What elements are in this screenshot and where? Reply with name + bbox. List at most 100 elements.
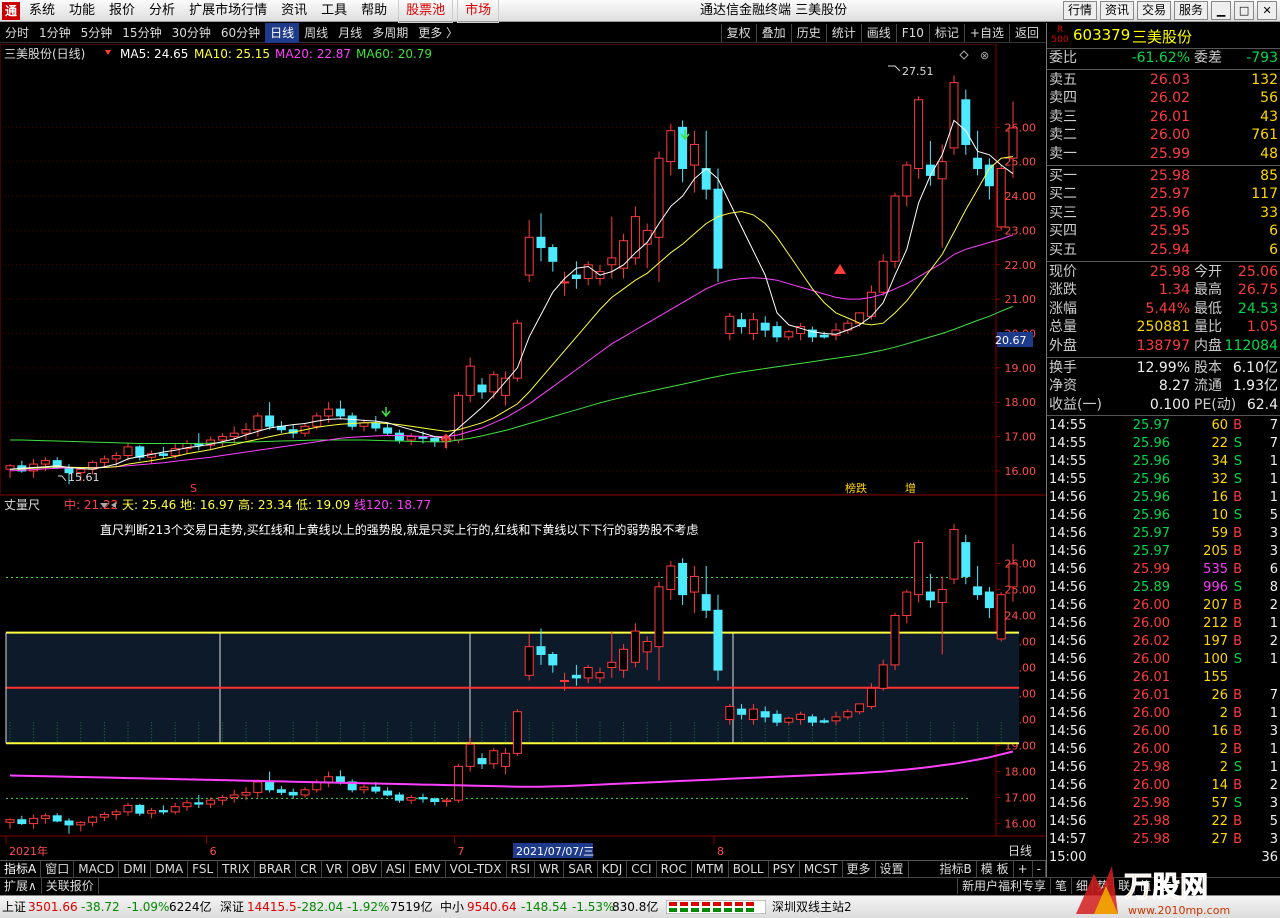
chart-tool-button[interactable]: 历史 bbox=[790, 24, 826, 42]
quote-row: 总量 250881 量比 1.05 bbox=[1047, 318, 1280, 337]
indicator-tab[interactable]: MACD bbox=[74, 861, 120, 877]
stock-pool-menu[interactable]: 股票池 bbox=[398, 0, 454, 23]
orderbook-sell-row[interactable]: 卖二 26.00 761 bbox=[1047, 126, 1280, 145]
tick-side: S bbox=[1233, 580, 1242, 596]
indicator-tab[interactable]: CCI bbox=[627, 861, 657, 877]
orderbook-sell-row[interactable]: 卖一 25.99 48 bbox=[1047, 145, 1280, 164]
quote-label: 净资 bbox=[1049, 378, 1077, 395]
chart-tool-button[interactable]: 画线 bbox=[860, 24, 896, 42]
kline-charts[interactable]: 16.0017.0018.0019.0020.0021.0022.0023.00… bbox=[0, 44, 1046, 860]
chart-tool-button[interactable]: 标记 bbox=[928, 24, 964, 42]
indicator-tab[interactable]: OBV bbox=[348, 861, 383, 877]
indicator-tab[interactable]: CR bbox=[296, 861, 322, 877]
menu-item[interactable]: 帮助 bbox=[354, 0, 394, 22]
period-tab[interactable]: 日线 bbox=[265, 23, 300, 43]
indicator-tab[interactable]: RSI bbox=[507, 861, 536, 877]
news-button[interactable]: 资讯 bbox=[1100, 1, 1135, 20]
chart-tool-button[interactable]: +自选 bbox=[963, 24, 1009, 42]
tick-list[interactable]: 14:55 25.97 60 B 7 14:55 25.96 22 S 7 14:55 25.96 34… bbox=[1047, 417, 1280, 867]
indicator-tab[interactable]: BOLL bbox=[729, 861, 769, 877]
indicator-tab[interactable]: EMV bbox=[410, 861, 446, 877]
extension-right-tab[interactable]: 新用户福利专享 bbox=[957, 878, 1050, 894]
indicator-tab[interactable]: KDJ bbox=[598, 861, 628, 877]
menu-item[interactable]: 资讯 bbox=[274, 0, 314, 22]
indicator-tab[interactable]: WR bbox=[535, 861, 565, 877]
menu-item[interactable]: 扩展市场行情 bbox=[182, 0, 274, 22]
period-tab[interactable]: 周线 bbox=[299, 23, 333, 43]
indicator-tab[interactable]: SAR bbox=[564, 861, 598, 877]
orderbook-sell-row[interactable]: 卖五 26.03 132 bbox=[1047, 71, 1280, 90]
indicator-right-tab[interactable]: 指标B bbox=[936, 861, 977, 877]
chart-tool-button[interactable]: 返回 bbox=[1008, 24, 1044, 42]
ma-legend-item: MA20: 22.87 bbox=[275, 47, 351, 61]
market-menu[interactable]: 市场 bbox=[457, 0, 500, 23]
period-tab[interactable]: 月线 bbox=[333, 23, 367, 43]
chart-tool-button[interactable]: 统计 bbox=[825, 24, 861, 42]
candle-body bbox=[135, 804, 145, 814]
indicator-right-tab[interactable]: - bbox=[1033, 861, 1046, 877]
indicator-tab[interactable]: TRIX bbox=[218, 861, 255, 877]
menu-item[interactable]: 报价 bbox=[102, 0, 142, 22]
indicator-tab[interactable]: 指标A bbox=[0, 861, 42, 877]
maximize-icon[interactable]: □ bbox=[1234, 1, 1255, 20]
period-tab[interactable]: 15分钟 bbox=[117, 23, 166, 43]
indicator-tab[interactable]: 窗口 bbox=[41, 861, 75, 877]
candle-body bbox=[324, 408, 334, 417]
trade-button[interactable]: 交易 bbox=[1137, 1, 1172, 20]
indicator-tab[interactable]: FSL bbox=[188, 861, 219, 877]
chart-tool-button[interactable]: F10 bbox=[895, 24, 929, 42]
orderbook-buy-row[interactable]: 买二 25.97 117 bbox=[1047, 185, 1280, 204]
tick-time: 14:56 bbox=[1049, 490, 1087, 506]
indicator-tab[interactable]: DMI bbox=[119, 861, 152, 877]
candle-body bbox=[571, 674, 581, 679]
chart-tool-button[interactable]: 复权 bbox=[720, 24, 756, 42]
orderbook-sell-row[interactable]: 卖三 26.01 43 bbox=[1047, 108, 1280, 127]
tick-side: B bbox=[1233, 418, 1242, 434]
close-icon[interactable]: ✕ bbox=[1257, 1, 1278, 20]
indicator-tab[interactable]: VR bbox=[322, 861, 348, 877]
indicator-tab[interactable]: MCST bbox=[800, 861, 843, 877]
indicator-right-tab[interactable]: + bbox=[1014, 861, 1033, 877]
menu-item[interactable]: 功能 bbox=[62, 0, 102, 22]
period-tab[interactable]: 1分钟 bbox=[34, 23, 76, 43]
period-tab[interactable]: 30分钟 bbox=[167, 23, 216, 43]
menu-item[interactable]: 系统 bbox=[22, 0, 62, 22]
orderbook-buy-row[interactable]: 买四 25.95 6 bbox=[1047, 222, 1280, 241]
extension-right-tab[interactable]: 笔 bbox=[1050, 878, 1071, 894]
orderbook-buy-row[interactable]: 买五 25.94 6 bbox=[1047, 241, 1280, 260]
orderbook-sell-row[interactable]: 卖四 26.02 56 bbox=[1047, 89, 1280, 108]
chart-tool-button[interactable]: 叠加 bbox=[755, 24, 791, 42]
app-logo-icon[interactable]: 通 bbox=[2, 2, 20, 20]
indicator-tab[interactable]: DMA bbox=[151, 861, 189, 877]
indicator-tab[interactable]: 设置 bbox=[876, 861, 909, 877]
candle-body bbox=[489, 374, 499, 393]
period-tab[interactable]: 多周期 bbox=[367, 23, 413, 43]
service-button[interactable]: 服务 bbox=[1174, 1, 1209, 20]
main-axis-label: 23.00 bbox=[1005, 224, 1037, 237]
tick-time: 14:56 bbox=[1049, 526, 1087, 542]
extension-tab[interactable]: 关联报价 bbox=[42, 878, 99, 894]
quote-value: 138797 bbox=[1136, 337, 1190, 354]
indicator-right-tab[interactable]: 模 板 bbox=[977, 861, 1014, 877]
tick-time: 14:56 bbox=[1049, 760, 1087, 776]
indicator-tab[interactable]: MTM bbox=[692, 861, 729, 877]
indicator-tab[interactable]: ROC bbox=[657, 861, 692, 877]
line120 bbox=[9, 750, 1014, 788]
tick-count: 8 bbox=[1269, 580, 1278, 596]
orderbook-buy-row[interactable]: 买三 25.96 33 bbox=[1047, 204, 1280, 223]
menu-item[interactable]: 工具 bbox=[314, 0, 354, 22]
indicator-tab[interactable]: PSY bbox=[769, 861, 800, 877]
menu-item[interactable]: 分析 bbox=[142, 0, 182, 22]
period-tab[interactable]: 5分钟 bbox=[76, 23, 118, 43]
indicator-tab[interactable]: 更多 bbox=[843, 861, 876, 877]
orderbook-buy-row[interactable]: 买一 25.98 85 bbox=[1047, 167, 1280, 186]
indicator-tab[interactable]: VOL-TDX bbox=[446, 861, 507, 877]
period-tab[interactable]: 更多 〉 bbox=[413, 23, 463, 43]
quote-button[interactable]: 行情 bbox=[1063, 1, 1098, 20]
indicator-tab[interactable]: BRAR bbox=[255, 861, 297, 877]
indicator-tab[interactable]: ASI bbox=[382, 861, 411, 877]
minimize-icon[interactable]: ▁ bbox=[1211, 1, 1232, 20]
period-tab[interactable]: 分时 bbox=[0, 23, 34, 43]
extension-tab[interactable]: 扩展∧ bbox=[0, 878, 42, 894]
period-tab[interactable]: 60分钟 bbox=[216, 23, 265, 43]
